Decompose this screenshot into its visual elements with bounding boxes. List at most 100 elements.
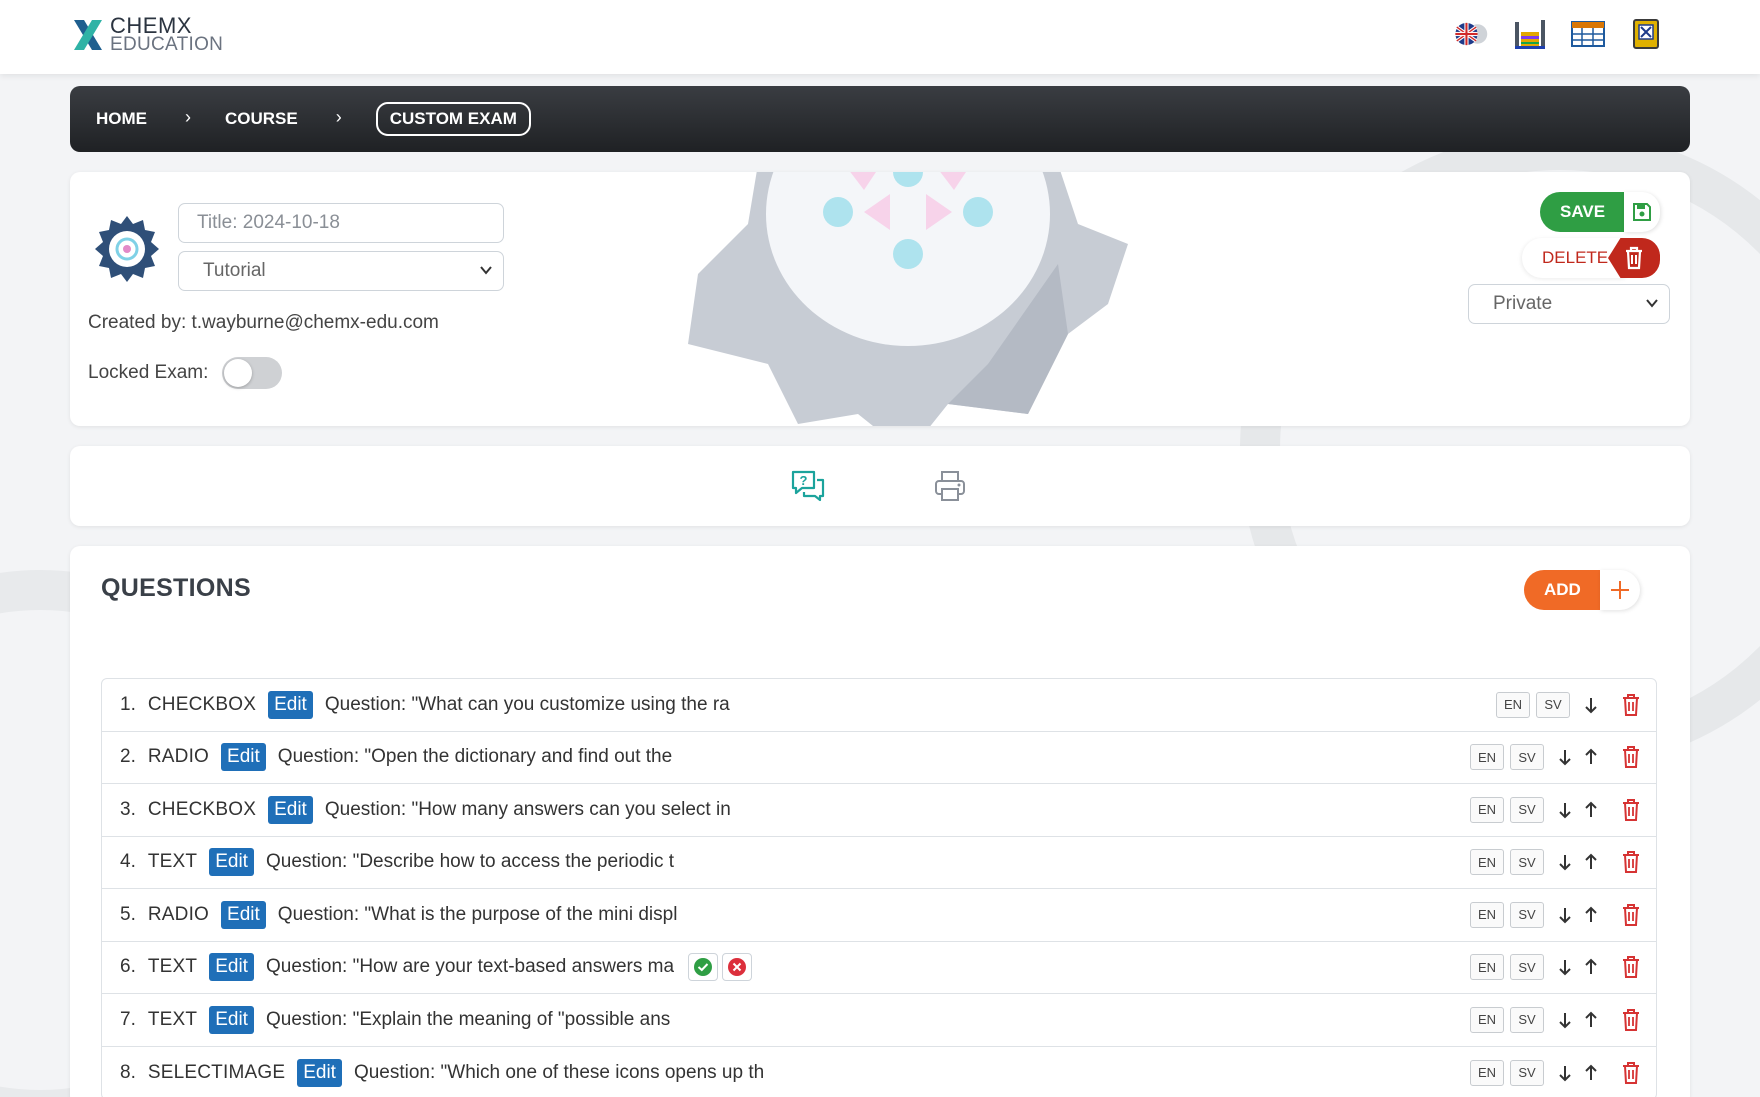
arrow-up-icon[interactable]	[1580, 850, 1602, 874]
edit-question-button[interactable]: Edit	[268, 690, 313, 719]
table-grid-icon[interactable]	[1570, 16, 1606, 52]
trash-icon[interactable]	[1616, 690, 1646, 720]
questions-card: QUESTIONS ADD 1. CHECKBOX Edit Question:…	[70, 546, 1690, 1097]
arrow-down-icon[interactable]	[1554, 1061, 1576, 1085]
question-type: TEXT	[147, 851, 198, 873]
arrow-up-icon[interactable]	[1580, 903, 1602, 927]
trash-icon[interactable]	[1616, 1005, 1646, 1035]
book-icon[interactable]	[1628, 16, 1664, 52]
question-row: 5. RADIO Edit Question: "What is the pur…	[102, 889, 1656, 942]
question-row: 8. SELECTIMAGE Edit Question: "Which one…	[102, 1047, 1656, 1097]
question-type: CHECKBOX	[147, 798, 257, 820]
locked-exam-toggle[interactable]	[222, 357, 282, 389]
lang-en-button[interactable]: EN	[1470, 1059, 1504, 1086]
arrow-up-icon[interactable]	[1580, 1061, 1602, 1085]
question-number: 5.	[120, 903, 136, 925]
arrow-down-icon[interactable]	[1554, 903, 1576, 927]
lang-sv-button[interactable]: SV	[1510, 744, 1544, 771]
arrow-down-icon[interactable]	[1554, 955, 1576, 979]
question-row: 4. TEXT Edit Question: "Describe how to …	[102, 837, 1656, 889]
question-number: 4.	[120, 851, 136, 873]
lang-sv-button[interactable]: SV	[1510, 1059, 1544, 1086]
edit-question-button[interactable]: Edit	[297, 1058, 342, 1087]
exam-gear-icon	[95, 216, 159, 282]
arrow-down-icon[interactable]	[1554, 1008, 1576, 1032]
lang-en-button[interactable]: EN	[1470, 954, 1504, 981]
edit-question-button[interactable]: Edit	[221, 743, 266, 772]
question-row: 6. TEXT Edit Question: "How are your tex…	[102, 942, 1656, 994]
arrow-up-icon[interactable]	[1580, 798, 1602, 822]
arrow-up-icon[interactable]	[1580, 745, 1602, 769]
chemx-x-icon	[74, 20, 102, 50]
arrow-down-icon[interactable]	[1554, 850, 1576, 874]
edit-question-button[interactable]: Edit	[221, 900, 266, 929]
x-circle-icon[interactable]	[722, 953, 753, 982]
question-type: RADIO	[147, 746, 210, 768]
visibility-select[interactable]: Private	[1468, 284, 1670, 324]
edit-question-button[interactable]: Edit	[268, 795, 313, 824]
lang-en-button[interactable]: EN	[1470, 901, 1504, 928]
chevron-down-icon	[480, 266, 492, 275]
lang-sv-button[interactable]: SV	[1510, 954, 1544, 981]
question-text: Question: "Open the dictionary and find …	[277, 746, 673, 768]
visibility-value: Private	[1493, 293, 1553, 314]
chemx-logo[interactable]: CHEMX EDUCATION	[72, 15, 224, 55]
breadcrumb-custom-exam[interactable]: CUSTOM EXAM	[375, 102, 531, 136]
chevron-right-icon: ›	[335, 106, 342, 127]
question-number: 6.	[120, 956, 136, 978]
trash-icon[interactable]	[1616, 952, 1646, 982]
trash-icon[interactable]	[1616, 847, 1646, 877]
trash-icon[interactable]	[1616, 795, 1646, 825]
breadcrumb-home[interactable]: HOME	[96, 109, 147, 129]
check-circle-icon[interactable]	[688, 953, 719, 982]
question-number: 8.	[120, 1061, 136, 1083]
arrow-down-icon[interactable]	[1554, 798, 1576, 822]
toggle-knob	[224, 359, 252, 387]
question-text: Question: "Describe how to access the pe…	[265, 851, 675, 873]
trash-icon[interactable]	[1616, 900, 1646, 930]
lang-en-button[interactable]: EN	[1470, 849, 1504, 876]
arrow-up-icon[interactable]	[1580, 1008, 1602, 1032]
gear-illustration	[688, 172, 1128, 426]
trash-icon[interactable]	[1616, 742, 1646, 772]
arrow-down-icon[interactable]	[1580, 693, 1602, 717]
exam-type-select[interactable]: Tutorial	[178, 251, 504, 291]
arrow-down-icon[interactable]	[1554, 745, 1576, 769]
language-flag-icon[interactable]	[1454, 16, 1490, 52]
chevron-right-icon: ›	[185, 106, 191, 127]
plus-icon[interactable]	[1600, 570, 1640, 610]
periodic-table-icon[interactable]	[1512, 16, 1548, 52]
question-number: 2.	[120, 746, 136, 768]
question-number: 1.	[120, 693, 136, 715]
breadcrumb: HOME › COURSE › CUSTOM EXAM	[70, 86, 1690, 152]
lang-en-button[interactable]: EN	[1496, 691, 1530, 718]
trash-icon[interactable]	[1616, 1058, 1646, 1088]
lang-sv-button[interactable]: SV	[1510, 849, 1544, 876]
question-row: 1. CHECKBOX Edit Question: "What can you…	[102, 679, 1656, 732]
question-row: 3. CHECKBOX Edit Question: "How many ans…	[102, 784, 1656, 837]
save-icon[interactable]	[1624, 192, 1660, 232]
brand-subtitle: EDUCATION	[110, 34, 224, 55]
question-text: Question: "What is the purpose of the mi…	[277, 903, 678, 925]
edit-question-button[interactable]: Edit	[209, 1005, 254, 1034]
question-type: RADIO	[147, 903, 210, 925]
edit-question-button[interactable]: Edit	[209, 848, 254, 877]
breadcrumb-course[interactable]: COURSE	[225, 109, 298, 129]
lang-sv-button[interactable]: SV	[1536, 691, 1570, 718]
exam-title-input[interactable]	[178, 203, 504, 243]
top-navbar: CHEMX EDUCATION	[0, 0, 1760, 74]
created-by-text: Created by: t.wayburne@chemx-edu.com	[88, 312, 439, 333]
print-icon[interactable]	[930, 466, 970, 506]
lang-sv-button[interactable]: SV	[1510, 796, 1544, 823]
lang-en-button[interactable]: EN	[1470, 744, 1504, 771]
questions-icon[interactable]: ?	[788, 466, 828, 506]
lang-en-button[interactable]: EN	[1470, 1006, 1504, 1033]
lang-sv-button[interactable]: SV	[1510, 901, 1544, 928]
question-text: Question: "Which one of these icons open…	[353, 1061, 765, 1083]
lang-sv-button[interactable]: SV	[1510, 1006, 1544, 1033]
lang-en-button[interactable]: EN	[1470, 796, 1504, 823]
question-type: SELECTIMAGE	[147, 1061, 286, 1083]
question-text: Question: "What can you customize using …	[324, 693, 730, 715]
arrow-up-icon[interactable]	[1580, 955, 1602, 979]
edit-question-button[interactable]: Edit	[209, 953, 254, 982]
